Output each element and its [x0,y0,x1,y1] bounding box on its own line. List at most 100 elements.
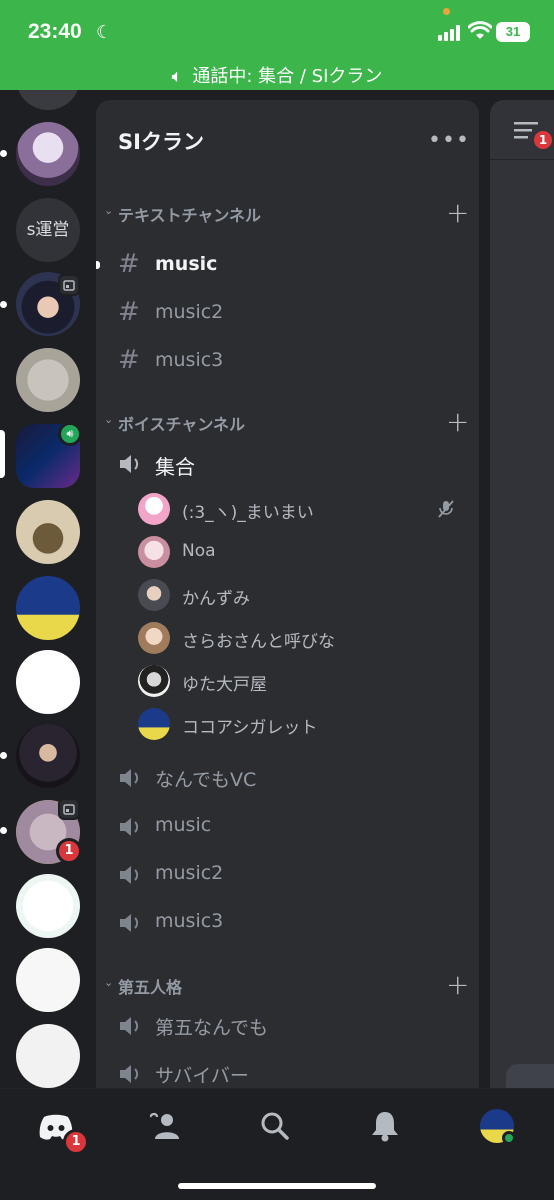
member-name: Noa [182,541,216,561]
hashtag-icon: # [118,345,140,375]
voice-channel-nandemo[interactable]: なんでもVC [96,755,479,799]
avatar [138,536,170,568]
home-notification-badge: 1 [63,1129,89,1155]
call-status-text: 通話中: 集合 / SIクラン [192,66,383,87]
server-name[interactable]: SIクラン [118,126,204,156]
nav-notifications[interactable] [370,1107,410,1147]
active-call-banner[interactable]: 🔈︎ 通話中: 集合 / SIクラン [0,62,554,88]
server-icon[interactable] [16,874,80,938]
category-label: 第五人格 [118,978,183,997]
chevron-down-icon: ⌄ [104,204,114,217]
channel-name: music3 [155,349,224,371]
speaker-icon [120,769,139,787]
add-channel-button[interactable]: + [446,968,469,1001]
add-channel-button[interactable]: + [446,196,469,229]
bell-icon [372,1112,398,1142]
channel-name: music [155,814,212,836]
speaker-icon [120,1065,139,1083]
voice-member[interactable]: Noa [96,532,479,572]
server-icon[interactable] [16,650,80,714]
member-name: さらおさんと呼びな [182,632,335,652]
channel-music3[interactable]: # music3 [96,339,479,383]
server-icon-s-unei[interactable]: s運営 [16,198,80,262]
channel-music2[interactable]: # music2 [96,291,479,335]
avatar [138,708,170,740]
channel-name: music [155,253,218,275]
channel-name: music3 [155,910,224,932]
speaker-icon: 🔈︎ [171,66,183,87]
speaker-icon [120,818,139,836]
add-channel-button[interactable]: + [446,405,469,438]
channel-music[interactable]: # music [96,243,479,287]
event-icon [58,274,80,296]
voice-member[interactable]: さらおさんと呼びな [96,618,479,658]
member-name: ゆた大戸屋 [182,675,267,695]
hashtag-icon: # [118,297,140,327]
battery-indicator: 31 [496,22,530,42]
home-indicator[interactable] [178,1183,376,1189]
nav-search[interactable] [260,1107,300,1147]
category-voice-channels[interactable]: ⌄ ボイスチャンネル + [102,405,472,438]
speaker-icon [120,1017,139,1035]
selected-server-indicator [0,430,5,478]
server-icon[interactable] [16,122,80,186]
voice-member[interactable]: ゆた大戸屋 [96,661,479,701]
chevron-down-icon: ⌄ [104,413,114,426]
voice-member[interactable]: ココアシガレット [96,704,479,744]
channel-name: music2 [155,301,224,323]
avatar [138,665,170,697]
voice-channel-music2[interactable]: music2 [96,852,479,896]
voice-channel-dai5-nandemo[interactable]: 第五なんでも [96,1003,479,1047]
wifi-icon [468,21,492,39]
avatar [138,493,170,525]
search-icon [261,1112,289,1140]
member-name: かんずみ [182,589,250,609]
chat-panel-edge[interactable]: 1 [490,100,554,1088]
server-icon[interactable] [16,576,80,640]
nav-friends[interactable] [149,1107,190,1147]
unread-indicator [0,827,7,834]
voice-member[interactable]: かんずみ [96,575,479,615]
speaker-icon [120,455,139,473]
server-icon[interactable] [16,500,80,564]
server-icon[interactable] [16,948,80,1012]
channel-name: なんでもVC [155,769,257,791]
channel-panel: SIクラン ••• ⌄ テキストチャンネル + # music # music2… [96,100,479,1088]
mention-badge: 1 [56,838,82,864]
server-rail: s運営 🔊︎ 1 [0,90,96,1088]
server-icon[interactable] [16,348,80,412]
nav-home[interactable]: 1 [38,1107,89,1155]
voice-channel-survivor[interactable]: サバイバー [96,1051,479,1088]
category-dai5[interactable]: ⌄ 第五人格 + [102,968,472,1001]
unread-indicator [0,301,7,308]
server-icon[interactable] [16,724,80,788]
unread-indicator [0,150,7,157]
category-label: テキストチャンネル [118,206,262,225]
server-icon[interactable] [16,90,80,110]
channel-name: サバイバー [155,1065,249,1087]
voice-active-icon: 🔊︎ [58,422,82,446]
online-status-indicator [502,1131,516,1145]
hashtag-icon: # [118,249,140,279]
voice-channel-shugo[interactable]: 集合 [96,441,479,485]
privacy-dot-icon [443,8,450,15]
speaker-icon [120,866,139,884]
channel-name: 集合 [155,455,195,479]
avatar [138,622,170,654]
voice-member[interactable]: (:3_ヽ)_まいまい [96,489,479,529]
channel-name: 第五なんでも [155,1017,269,1039]
category-text-channels[interactable]: ⌄ テキストチャンネル + [102,196,472,229]
chevron-down-icon: ⌄ [104,976,114,989]
server-icon[interactable] [16,1024,80,1088]
speaker-icon [120,914,139,932]
chat-header: 1 [490,100,554,160]
event-icon [58,798,80,820]
voice-channel-music3[interactable]: music3 [96,900,479,944]
nav-profile[interactable] [480,1107,520,1147]
unread-indicator [0,752,7,759]
moon-icon: ☾ [96,22,113,43]
server-options-button[interactable]: ••• [428,128,470,153]
category-label: ボイスチャンネル [118,415,246,434]
voice-channel-music[interactable]: music [96,804,479,848]
avatar [138,579,170,611]
